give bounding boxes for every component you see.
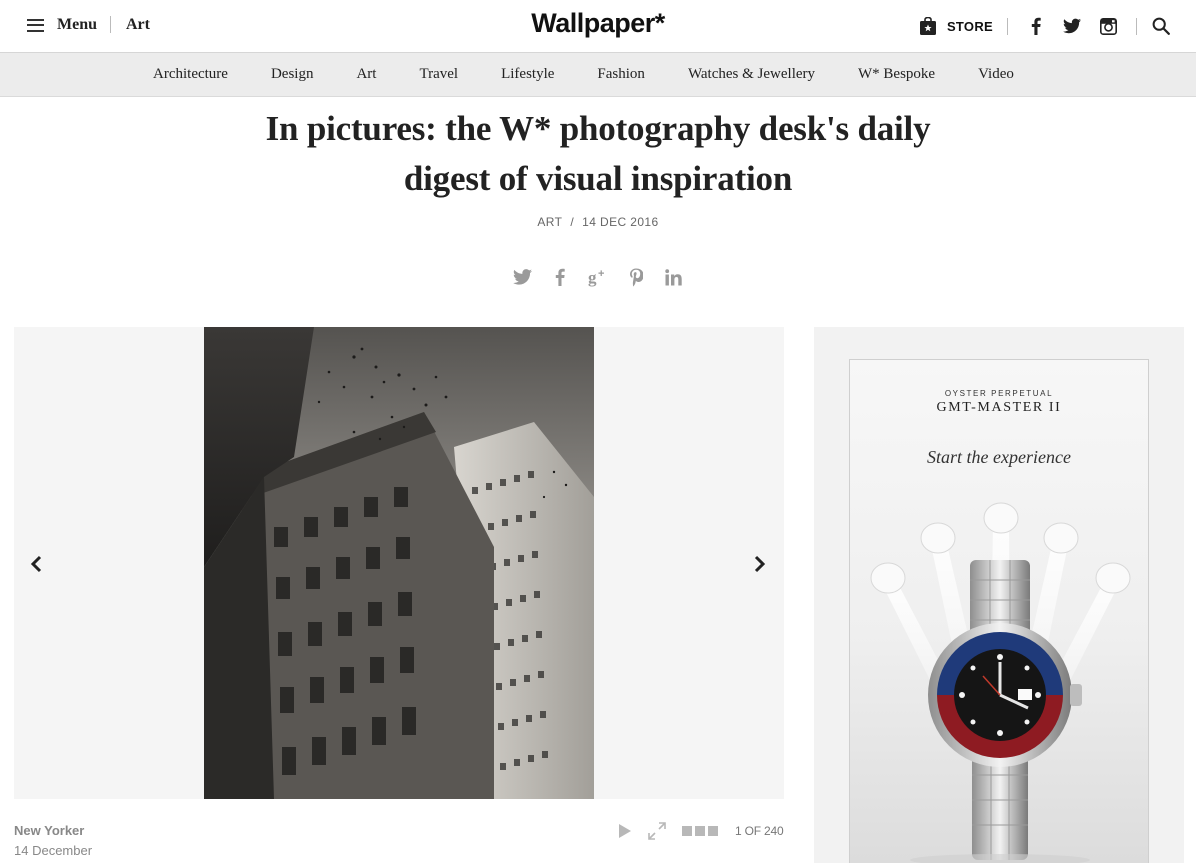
store-link[interactable]: STORE — [919, 17, 993, 35]
nav-item-travel[interactable]: Travel — [419, 66, 458, 83]
divider — [1136, 17, 1137, 35]
nav-item-lifestyle[interactable]: Lifestyle — [501, 66, 554, 83]
article-title-line: In pictures: the W* photography desk's d… — [265, 109, 931, 148]
store-bag-icon — [919, 17, 936, 35]
pinterest-icon[interactable] — [625, 266, 647, 288]
nav-item-fashion[interactable]: Fashion — [597, 66, 645, 83]
instagram-icon[interactable] — [1099, 17, 1117, 35]
section-nav: Architecture Design Art Travel Lifestyle… — [0, 53, 1196, 97]
fullscreen-icon[interactable] — [648, 822, 666, 840]
linkedin-icon[interactable] — [663, 266, 685, 288]
previous-arrow-icon[interactable] — [28, 554, 46, 574]
next-arrow-icon[interactable] — [750, 554, 768, 574]
ad-brand-line: OYSTER PERPETUAL — [944, 389, 1054, 398]
nav-item-w-bespoke[interactable]: W* Bespoke — [858, 66, 935, 83]
article-title: In pictures: the W* photography desk's d… — [200, 104, 996, 204]
twitter-icon[interactable] — [511, 266, 533, 288]
svg-text:+: + — [598, 268, 604, 280]
meta-separator: / — [570, 215, 575, 229]
search-icon[interactable] — [1152, 17, 1170, 35]
ad-tagline: Start the experience — [927, 447, 1071, 467]
svg-text:g: g — [588, 268, 597, 287]
caption-date: 14 December — [14, 843, 93, 858]
article-date: 14 DEC 2016 — [582, 215, 659, 229]
caption-title: New Yorker — [14, 823, 85, 838]
store-label: STORE — [946, 18, 993, 34]
ad-model-name: GMT-MASTER II — [936, 400, 1062, 415]
nav-item-architecture[interactable]: Architecture — [153, 66, 228, 83]
nav-item-video[interactable]: Video — [978, 66, 1014, 83]
nav-item-watches-jewellery[interactable]: Watches & Jewellery — [688, 66, 815, 83]
rolex-ad[interactable]: OYSTER PERPETUAL GMT-MASTER II Start the… — [849, 359, 1149, 863]
google-plus-icon[interactable]: g + — [587, 266, 609, 288]
gallery-photo[interactable] — [204, 327, 594, 799]
thumbnails-icon[interactable] — [682, 825, 719, 837]
watch-crown-illustration — [870, 502, 1131, 863]
image-gallery — [14, 327, 784, 799]
divider — [1007, 17, 1008, 35]
share-bar: g + — [0, 266, 1196, 288]
category-link[interactable]: ART — [537, 215, 562, 229]
nav-item-design[interactable]: Design — [271, 66, 314, 83]
article-meta: ART / 14 DEC 2016 — [0, 215, 1196, 229]
twitter-icon[interactable] — [1063, 17, 1081, 35]
top-bar: Menu Art Wallpaper* STORE — [0, 0, 1196, 53]
gallery-controls: 1 OF 240 — [618, 820, 784, 842]
facebook-icon[interactable] — [1027, 17, 1045, 35]
image-counter: 1 OF 240 — [735, 824, 784, 838]
skyscraper-photo — [204, 327, 594, 799]
nav-item-art[interactable]: Art — [356, 66, 376, 83]
article-title-line: digest of visual inspiration — [403, 159, 793, 198]
advertisement-panel: OYSTER PERPETUAL GMT-MASTER II Start the… — [814, 327, 1184, 863]
facebook-icon[interactable] — [549, 266, 571, 288]
play-icon[interactable] — [618, 823, 632, 839]
